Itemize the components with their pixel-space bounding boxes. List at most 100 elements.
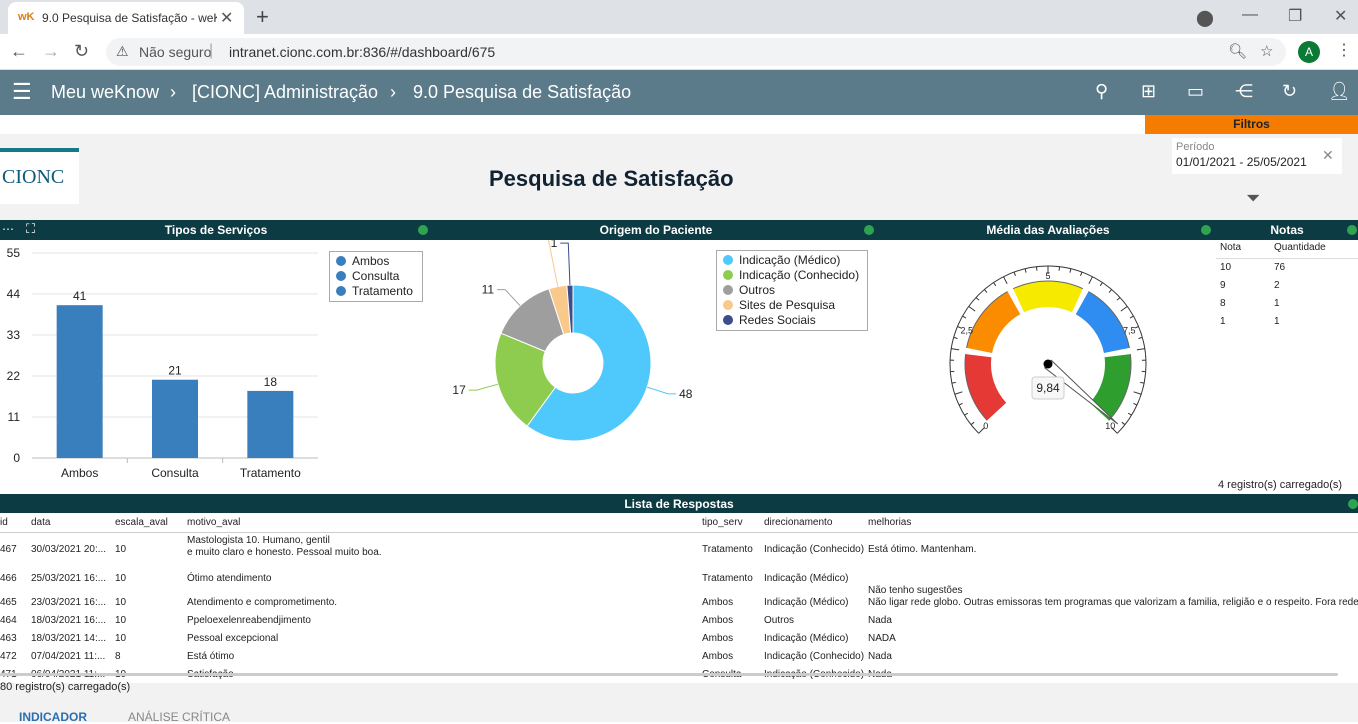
table-row: 10 76 [1216, 262, 1356, 280]
cell-escala: 8 [115, 651, 121, 662]
forward-icon[interactable]: → [42, 41, 60, 62]
cell-motivo1: Ppeloexelenreabendjimento [187, 615, 311, 626]
legend-item[interactable]: Indicação (Médico) [723, 253, 861, 268]
legend-item[interactable]: Tratamento [336, 284, 416, 299]
legend-item[interactable]: Consulta [336, 269, 416, 284]
caption-icon[interactable]: ▭ [1187, 81, 1204, 102]
notes-title: Notas [1270, 223, 1303, 237]
user-icon[interactable]: 👤︎ [1328, 81, 1351, 102]
cell: 9 [1220, 280, 1226, 291]
tab-close-icon[interactable]: ✕ [220, 8, 233, 28]
column-header[interactable]: direcionamento [764, 517, 832, 528]
clear-period-icon[interactable]: ✕ [1322, 147, 1334, 164]
breadcrumb-home[interactable]: Meu weKnow [51, 82, 159, 103]
zoom-icon[interactable]: 🔍︎ [1228, 42, 1247, 60]
cell-id: 465 [0, 597, 17, 608]
cell-tipo: Ambos [702, 597, 733, 608]
legend-dot [723, 300, 733, 310]
legend-item[interactable]: Ambos [336, 254, 416, 269]
warning-icon[interactable]: ⚠ [116, 43, 129, 60]
table-row[interactable]: 47207/04/2021 11:...8 Está ótimoAmbosInd… [0, 649, 1358, 667]
new-tab-button[interactable]: + [256, 4, 269, 30]
column-header[interactable]: tipo_serv [702, 517, 743, 528]
gauge-tick [1140, 382, 1144, 383]
presentation-icon[interactable]: ⊞ [1141, 81, 1156, 102]
minimize-icon[interactable]: — [1242, 6, 1258, 24]
window-close-icon[interactable]: ✕ [1334, 6, 1347, 26]
table-row: 11 [1216, 316, 1356, 334]
filter-funnel-icon[interactable]: ⏷ [1246, 188, 1260, 209]
legend-label: Indicação (Médico) [739, 253, 840, 267]
security-label[interactable]: Não seguro [139, 44, 211, 60]
period-value[interactable]: 01/01/2021 - 25/05/2021 [1176, 155, 1307, 169]
column-header[interactable]: motivo_aval [187, 517, 240, 528]
breadcrumb-folder[interactable]: [CIONC] Administração [192, 82, 378, 103]
cell-dir: Indicação (Médico) [764, 597, 848, 608]
origin-legend: Indicação (Médico)Indicação (Conhecido)O… [716, 250, 868, 331]
column-header[interactable]: id [0, 517, 8, 528]
reload-icon[interactable]: ↻ [74, 41, 89, 62]
table-row[interactable]: 46418/03/2021 16:...10Ppeloexelenreabend… [0, 613, 1358, 631]
legend-label: Consulta [352, 269, 399, 283]
omnibox[interactable]: ⚠ Não seguro | intranet.cionc.com.br:836… [106, 38, 1286, 66]
profile-avatar[interactable]: A [1298, 41, 1320, 63]
url-text[interactable]: intranet.cionc.com.br:836/#/dashboard/67… [229, 44, 495, 60]
column-header[interactable]: Quantidade [1274, 242, 1326, 253]
cell: 10 [1220, 262, 1231, 273]
gauge-tick [959, 403, 963, 405]
gauge-tick [1109, 289, 1112, 292]
restore-icon[interactable]: ❐ [1288, 6, 1302, 26]
table-row[interactable]: 46523/03/2021 16:...10Atendimento e comp… [0, 595, 1358, 613]
column-header[interactable]: escala_aval [115, 517, 168, 528]
horizontal-scrollbar[interactable] [0, 673, 1338, 676]
cell: 76 [1274, 262, 1285, 273]
bookmark-star-icon[interactable]: ☆ [1260, 42, 1273, 60]
status-dot [864, 225, 874, 235]
gauge-tick [984, 289, 987, 292]
legend-item[interactable]: Indicação (Conhecido) [723, 268, 861, 283]
legend-dot [723, 255, 733, 265]
gauge-tick [1122, 422, 1125, 424]
services-panel-header: Tipos de Serviços [0, 220, 432, 240]
browser-menu-icon[interactable]: ⋮ [1336, 40, 1352, 60]
back-icon[interactable]: ← [10, 41, 28, 62]
cell-mel: Não ligar rede globo. Outras emissoras t… [868, 597, 1358, 608]
cell-mel: NADA [868, 633, 896, 644]
tab-title: 9.0 Pesquisa de Satisfação - weKnow [42, 11, 217, 25]
bar [247, 391, 293, 458]
gauge-tick [962, 316, 965, 318]
column-header[interactable]: melhorias [868, 517, 911, 528]
cell-mel: Está ótimo. Mantenham. [868, 544, 976, 555]
divider [1216, 258, 1358, 259]
expand-icon[interactable]: ⛶ [26, 221, 35, 237]
browser-tab[interactable]: wK 9.0 Pesquisa de Satisfação - weKnow ✕ [8, 2, 244, 34]
legend-dot [723, 285, 733, 295]
gauge-tick [964, 413, 967, 415]
favicon-icon: wK [18, 11, 35, 23]
slice-label: 3 [530, 240, 537, 241]
table-row[interactable]: 46625/03/2021 16:...10Ótimo atendimentoT… [0, 571, 1358, 589]
refresh-icon[interactable]: ↻ [1282, 81, 1297, 102]
search-icon[interactable]: ⚲ [1095, 81, 1108, 102]
gauge-tick [1133, 403, 1137, 405]
profile-menu-icon[interactable]: ⬤ [1196, 8, 1214, 28]
column-header[interactable]: data [31, 517, 50, 528]
period-filter[interactable]: Período 01/01/2021 - 25/05/2021 ✕ [1172, 138, 1342, 174]
panel-menu-icon[interactable]: ⋯ [2, 222, 14, 236]
origin-panel-header: Origem do Paciente [432, 220, 880, 240]
page-title: Pesquisa de Satisfação [489, 166, 734, 192]
filters-button[interactable]: Filtros [1145, 115, 1358, 134]
table-row[interactable]: 46318/03/2021 14:...10Pessoal excepciona… [0, 631, 1358, 649]
legend-item[interactable]: Outros [723, 283, 861, 298]
column-header[interactable]: Nota [1220, 242, 1241, 253]
table-row[interactable]: 46730/03/2021 20:...10Mastologista 10. H… [0, 535, 1358, 567]
responses-footer: 80 registro(s) carregado(s) [0, 681, 130, 693]
gauge-pivot [1044, 360, 1053, 369]
x-tick-label: Ambos [61, 466, 98, 480]
hamburger-menu-icon[interactable]: ☰ [12, 79, 32, 105]
legend-label: Ambos [352, 254, 389, 268]
legend-item[interactable]: Sites de Pesquisa [723, 298, 861, 313]
share-icon[interactable]: ⋲ [1235, 81, 1253, 102]
x-tick-label: Tratamento [240, 466, 301, 480]
legend-item[interactable]: Redes Sociais [723, 313, 861, 328]
